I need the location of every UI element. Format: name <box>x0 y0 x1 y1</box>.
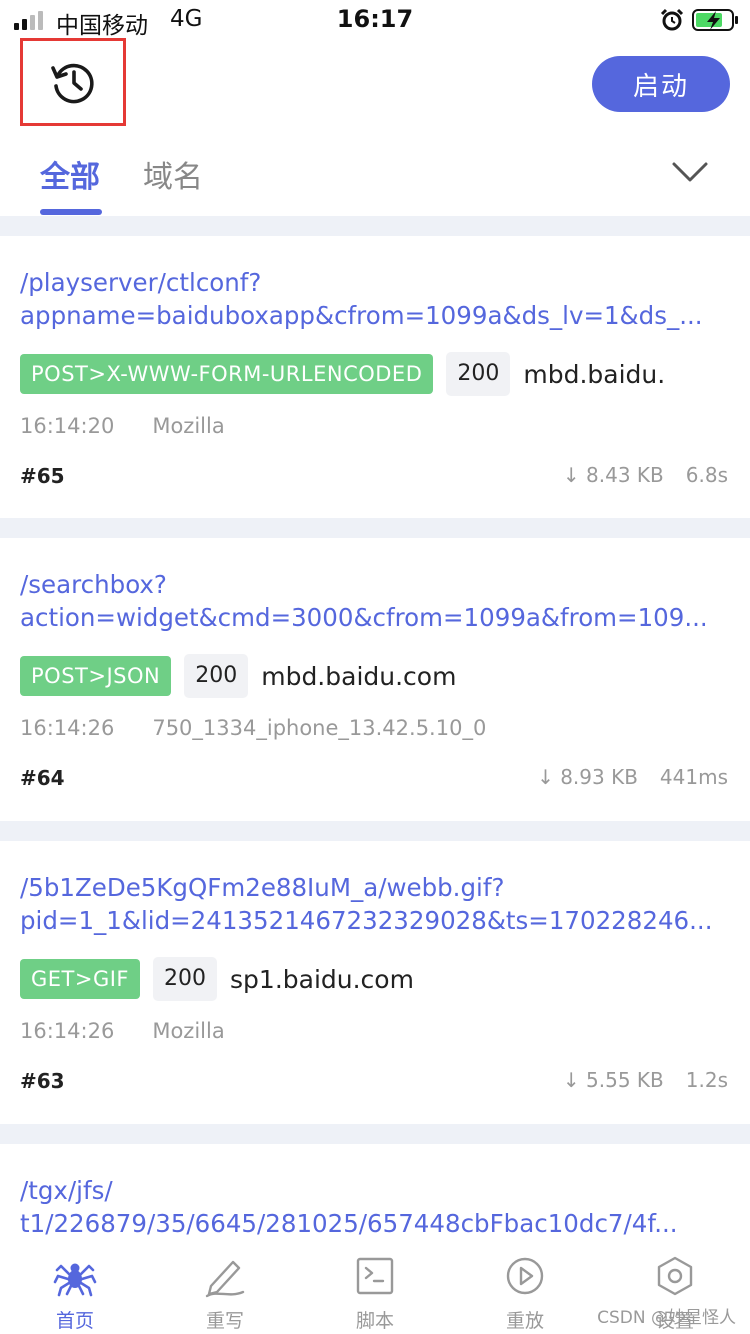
status-code-badge: 200 <box>446 352 511 396</box>
request-card[interactable]: /searchbox? action=widget&cmd=3000&cfrom… <box>0 538 750 821</box>
response-duration: 1.2s <box>685 1068 728 1092</box>
nav-label: 重放 <box>505 1310 544 1332</box>
nav-script[interactable]: 脚本 <box>300 1238 450 1334</box>
request-stats: ↓ 8.43 KB 6.8s <box>563 463 728 487</box>
request-time: 16:14:26 <box>20 1019 115 1043</box>
nav-replay[interactable]: 重放 <box>450 1238 600 1334</box>
status-code-badge: 200 <box>184 654 249 698</box>
history-button[interactable] <box>20 38 126 126</box>
request-host: sp1.baidu.com <box>230 964 414 994</box>
request-id: #64 <box>20 766 65 790</box>
tab-all[interactable]: 全部 <box>40 152 100 196</box>
response-size: ↓ 8.93 KB <box>537 765 638 789</box>
pen-icon <box>205 1260 245 1298</box>
response-size: ↓ 5.55 KB <box>562 1068 664 1092</box>
request-path[interactable]: /playserver/ctlconf? appname=baiduboxapp… <box>20 266 732 332</box>
request-id: #65 <box>20 464 65 488</box>
request-card[interactable]: /playserver/ctlconf? appname=baiduboxapp… <box>0 236 750 518</box>
user-agent: 750_1334_iphone_13.42.5.10_0 <box>152 716 487 740</box>
watermark: CSDN @妙星怪人 <box>597 1308 736 1328</box>
start-button[interactable]: 启动 <box>592 56 730 112</box>
history-clock-icon <box>51 63 94 104</box>
battery-icon <box>692 9 738 31</box>
method-badge: POST>JSON <box>20 656 172 696</box>
status-bar: 中国移动 4G 16:17 <box>0 0 750 40</box>
play-icon <box>506 1257 544 1295</box>
spider-icon <box>53 1263 97 1297</box>
chevron-down-icon[interactable] <box>670 152 710 192</box>
request-path[interactable]: /5b1ZeDe5KgQFm2e88IuM_a/webb.gif? pid=1_… <box>20 871 732 937</box>
request-path[interactable]: /searchbox? action=widget&cmd=3000&cfrom… <box>20 568 732 634</box>
method-badge: GET>GIF <box>20 959 141 999</box>
request-time: 16:14:26 <box>20 716 115 740</box>
settings-hex-icon <box>657 1256 693 1296</box>
request-stats: ↓ 8.93 KB 441ms <box>537 765 728 789</box>
request-host: mbd.baidu. <box>523 359 666 389</box>
active-tab-indicator <box>40 209 102 215</box>
request-meta: 16:14:26 750_1334_iphone_13.42.5.10_0 <box>20 716 486 740</box>
request-tags: GET>GIF 200 sp1.baidu.com <box>20 957 414 1001</box>
user-agent: Mozilla <box>152 1019 225 1043</box>
response-duration: 6.8s <box>685 463 728 487</box>
nav-rewrite[interactable]: 重写 <box>150 1238 300 1334</box>
request-card[interactable]: /5b1ZeDe5KgQFm2e88IuM_a/webb.gif? pid=1_… <box>0 841 750 1124</box>
request-path[interactable]: /tgx/jfs/ t1/226879/35/6645/281025/65744… <box>20 1174 732 1238</box>
request-tags: POST>JSON 200 mbd.baidu.com <box>20 654 457 698</box>
nav-home[interactable]: 首页 <box>0 1238 150 1334</box>
nav-label: 首页 <box>55 1310 94 1332</box>
tab-domain[interactable]: 域名 <box>143 152 203 196</box>
request-card[interactable]: /tgx/jfs/ t1/226879/35/6645/281025/65744… <box>0 1144 750 1238</box>
request-meta: 16:14:20 Mozilla <box>20 414 225 438</box>
request-meta: 16:14:26 Mozilla <box>20 1019 225 1043</box>
response-size: ↓ 8.43 KB <box>562 463 664 487</box>
request-tags: POST>X-WWW-FORM-URLENCODED 200 mbd.baidu… <box>20 352 666 396</box>
request-time: 16:14:20 <box>20 414 115 438</box>
user-agent: Mozilla <box>152 414 225 438</box>
method-badge: POST>X-WWW-FORM-URLENCODED <box>20 354 434 394</box>
nav-label: 脚本 <box>355 1310 394 1332</box>
status-code-badge: 200 <box>153 957 218 1001</box>
request-id: #63 <box>20 1069 65 1093</box>
status-time: 16:17 <box>336 5 414 33</box>
alarm-icon <box>660 8 684 31</box>
request-host: mbd.baidu.com <box>261 661 457 691</box>
response-duration: 441ms <box>659 765 728 789</box>
terminal-icon <box>356 1257 394 1295</box>
nav-label: 重写 <box>205 1310 244 1332</box>
request-stats: ↓ 5.55 KB 1.2s <box>563 1068 728 1092</box>
request-list: /playserver/ctlconf? appname=baiduboxapp… <box>0 216 750 1238</box>
